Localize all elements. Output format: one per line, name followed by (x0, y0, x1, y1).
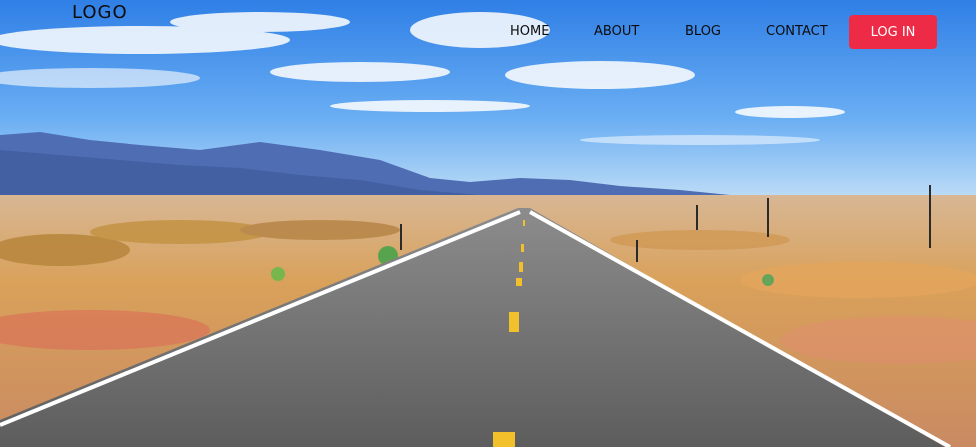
hero-section: LOGO HOME ABOUT BLOG CONTACT LOG IN (0, 0, 976, 447)
top-navigation: LOGO HOME ABOUT BLOG CONTACT LOG IN (0, 0, 976, 60)
nav-home-link[interactable]: HOME (510, 24, 549, 39)
nav-blog-link[interactable]: BLOG (685, 24, 721, 39)
hero-background-image (0, 0, 976, 447)
logo[interactable]: LOGO (72, 2, 128, 23)
login-button[interactable]: LOG IN (849, 15, 937, 49)
nav-about-link[interactable]: ABOUT (594, 24, 639, 39)
nav-contact-link[interactable]: CONTACT (766, 24, 828, 39)
